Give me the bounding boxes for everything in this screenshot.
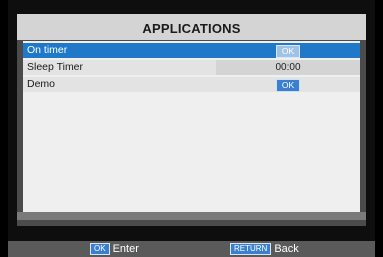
menu-item-on-timer[interactable]: On timer OK — [23, 43, 360, 58]
menu-item-value: OK — [216, 43, 360, 58]
menu-item-label: On timer — [27, 44, 68, 56]
panel-title: APPLICATIONS — [17, 14, 366, 40]
panel-footer-bar — [17, 212, 366, 220]
sleep-timer-value: 00:00 — [216, 60, 360, 75]
ok-badge: OK — [275, 79, 301, 92]
key-hint-bar: OK Enter RETURN Back — [8, 241, 375, 257]
menu-item-sleep-timer[interactable]: Sleep Timer 00:00 — [23, 60, 360, 75]
applications-panel: APPLICATIONS On timer OK Sleep Timer 00:… — [17, 14, 366, 226]
back-hint[interactable]: RETURN Back — [230, 243, 299, 256]
enter-hint[interactable]: OK Enter — [90, 243, 139, 256]
menu-item-demo[interactable]: Demo OK — [23, 77, 360, 92]
ok-badge: OK — [275, 45, 301, 58]
menu-item-value: OK — [216, 77, 360, 92]
return-key-icon: RETURN — [230, 243, 272, 255]
menu-item-label: Sleep Timer — [27, 61, 84, 73]
back-hint-label: Back — [274, 243, 299, 255]
tv-screen: APPLICATIONS On timer OK Sleep Timer 00:… — [0, 0, 383, 257]
menu-item-label: Demo — [27, 78, 56, 90]
ok-key-icon: OK — [90, 243, 110, 255]
menu-list: On timer OK Sleep Timer 00:00 Demo OK — [23, 41, 360, 216]
enter-hint-label: Enter — [112, 243, 139, 255]
